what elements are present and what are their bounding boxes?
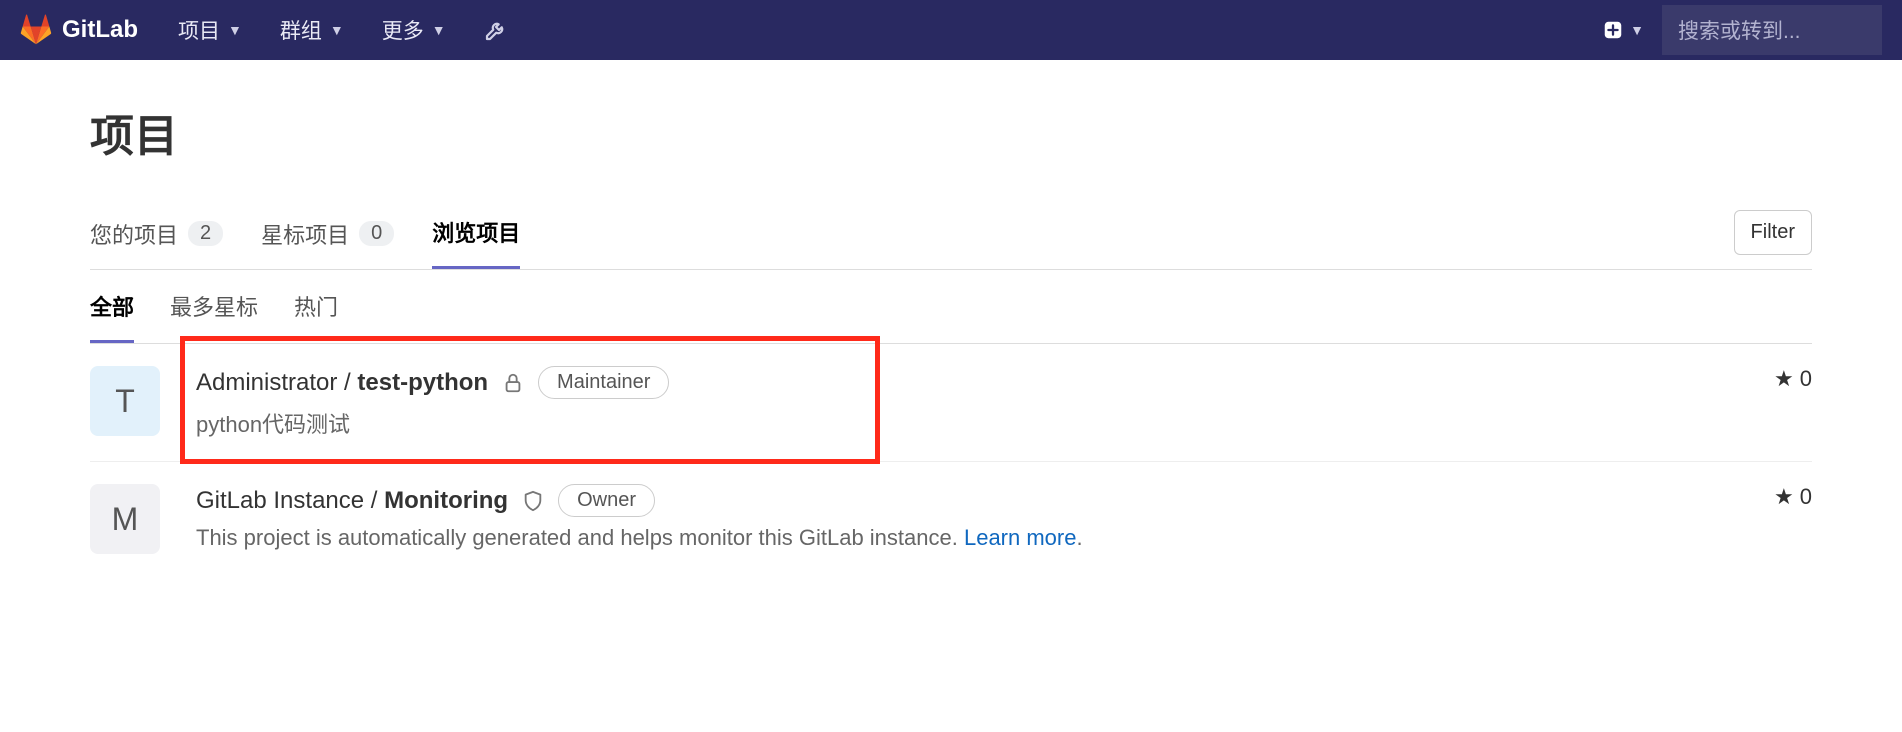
subtab-all[interactable]: 全部 xyxy=(90,270,134,343)
star-icon: ★ xyxy=(1774,484,1794,510)
main-content: 项目 您的项目 2 星标项目 0 浏览项目 Filter 全部 最多星标 热门 … xyxy=(0,60,1902,576)
star-count: 0 xyxy=(1800,484,1812,510)
chevron-down-icon: ▼ xyxy=(330,22,344,38)
subtab-most-stars[interactable]: 最多星标 xyxy=(170,270,258,343)
project-row[interactable]: T Administrator / test-python Maintainer… xyxy=(90,344,1812,462)
project-row[interactable]: M GitLab Instance / Monitoring Owner Thi… xyxy=(90,462,1812,576)
project-description: python代码测试 xyxy=(196,407,1774,439)
role-badge: Owner xyxy=(558,484,655,517)
project-tabs: 您的项目 2 星标项目 0 浏览项目 Filter xyxy=(90,204,1812,270)
filter-button[interactable]: Filter xyxy=(1734,210,1812,255)
project-stars[interactable]: ★ 0 xyxy=(1774,484,1812,510)
tab-your-label: 您的项目 xyxy=(90,218,178,250)
tab-starred-label: 星标项目 xyxy=(261,218,349,250)
nav-items: 项目 ▼ 群组 ▼ 更多 ▼ xyxy=(178,15,1602,45)
search-input[interactable]: 搜索或转到... xyxy=(1662,5,1882,55)
plus-icon xyxy=(1602,19,1624,41)
project-namespace: Administrator / xyxy=(196,369,357,396)
lock-icon xyxy=(502,372,524,394)
brand[interactable]: GitLab xyxy=(20,14,138,46)
gitlab-logo-icon xyxy=(20,14,52,46)
chevron-down-icon: ▼ xyxy=(432,22,446,38)
project-name: test-python xyxy=(357,369,488,396)
new-dropdown[interactable]: ▼ xyxy=(1602,19,1644,41)
project-name: Monitoring xyxy=(384,487,508,514)
nav-projects[interactable]: 项目 ▼ xyxy=(178,15,242,45)
admin-wrench-icon[interactable] xyxy=(484,18,508,42)
learn-more-link[interactable]: Learn more xyxy=(964,525,1077,550)
project-avatar: T xyxy=(90,366,160,436)
project-info: GitLab Instance / Monitoring Owner This … xyxy=(196,484,1774,551)
project-stars[interactable]: ★ 0 xyxy=(1774,366,1812,392)
project-info: Administrator / test-python Maintainer p… xyxy=(196,366,1774,439)
nav-more-label: 更多 xyxy=(382,15,424,45)
period: . xyxy=(1076,525,1082,550)
nav-right: ▼ 搜索或转到... xyxy=(1602,5,1882,55)
tab-explore-projects[interactable]: 浏览项目 xyxy=(432,204,520,269)
tab-explore-label: 浏览项目 xyxy=(432,216,520,248)
shield-icon xyxy=(522,490,544,512)
subtab-trending[interactable]: 热门 xyxy=(294,270,338,343)
star-count: 0 xyxy=(1800,366,1812,392)
star-icon: ★ xyxy=(1774,366,1794,392)
page-title: 项目 xyxy=(90,100,1812,164)
project-namespace: GitLab Instance / xyxy=(196,487,384,514)
project-head: Administrator / test-python Maintainer xyxy=(196,366,1774,399)
project-path[interactable]: GitLab Instance / Monitoring xyxy=(196,487,508,515)
tab-starred-count: 0 xyxy=(359,221,394,246)
nav-projects-label: 项目 xyxy=(178,15,220,45)
project-head: GitLab Instance / Monitoring Owner xyxy=(196,484,1774,517)
project-list: T Administrator / test-python Maintainer… xyxy=(90,344,1812,576)
nav-groups-label: 群组 xyxy=(280,15,322,45)
tab-starred-projects[interactable]: 星标项目 0 xyxy=(261,206,394,268)
project-desc-text: This project is automatically generated … xyxy=(196,525,964,550)
explore-subtabs: 全部 最多星标 热门 xyxy=(90,270,1812,344)
project-description: This project is automatically generated … xyxy=(196,525,1774,551)
role-badge: Maintainer xyxy=(538,366,669,399)
chevron-down-icon: ▼ xyxy=(1630,22,1644,38)
nav-more[interactable]: 更多 ▼ xyxy=(382,15,446,45)
brand-text: GitLab xyxy=(62,16,138,44)
tab-your-projects[interactable]: 您的项目 2 xyxy=(90,206,223,268)
tab-your-count: 2 xyxy=(188,221,223,246)
chevron-down-icon: ▼ xyxy=(228,22,242,38)
nav-groups[interactable]: 群组 ▼ xyxy=(280,15,344,45)
top-navbar: GitLab 项目 ▼ 群组 ▼ 更多 ▼ ▼ 搜索或转到... xyxy=(0,0,1902,60)
project-path[interactable]: Administrator / test-python xyxy=(196,369,488,397)
project-avatar: M xyxy=(90,484,160,554)
